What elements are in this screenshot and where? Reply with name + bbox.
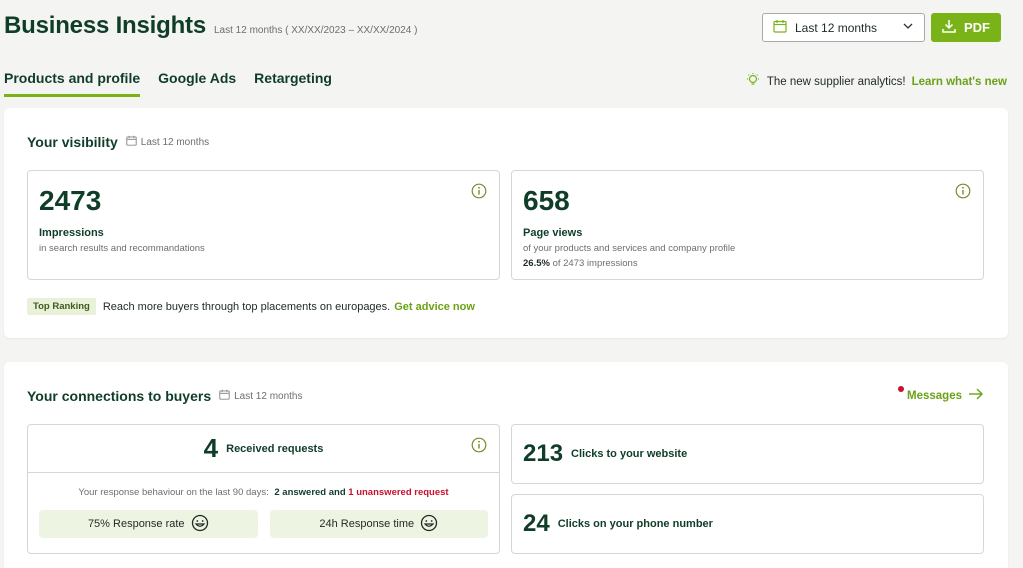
page-views-box: 658 Page views of your products and serv… — [511, 170, 984, 280]
visibility-card: Your visibility Last 12 months 2473 Impr… — [4, 108, 1008, 338]
top-ranking-text: Reach more buyers through top placements… — [102, 300, 391, 313]
page-views-percent-line: 26.5% of 2473 impressions — [523, 258, 972, 269]
received-requests-label: Received requests — [226, 442, 324, 455]
unanswered-count[interactable]: 1 unanswered request — [348, 487, 448, 498]
calendar-icon — [773, 19, 787, 36]
phone-clicks-metric: 24 Clicks on your phone number — [512, 495, 983, 553]
top-ranking-row: Top Ranking Reach more buyers through to… — [27, 298, 475, 315]
response-stats: 75% Response rate 24h Response time — [28, 510, 499, 538]
connections-period: Last 12 months — [219, 389, 302, 403]
impressions-sub: in search results and recommandations — [39, 243, 205, 254]
connections-title: Your connections to buyers — [27, 388, 212, 404]
smiley-icon — [191, 514, 209, 535]
visibility-period: Last 12 months — [126, 135, 209, 149]
chevron-down-icon — [902, 20, 914, 35]
period-select-value: Last 12 months — [795, 20, 878, 35]
website-clicks-box: 213 Clicks to your website — [511, 424, 984, 484]
lightbulb-icon — [745, 72, 761, 91]
messages-link[interactable]: Messages — [898, 386, 984, 403]
response-behaviour-text: Your response behaviour on the last 90 d… — [78, 487, 269, 498]
page-views-sub: of your products and services and compan… — [523, 243, 736, 254]
phone-clicks-box: 24 Clicks on your phone number — [511, 494, 984, 554]
download-icon — [942, 19, 956, 36]
period-select[interactable]: Last 12 months — [762, 13, 925, 42]
pdf-button-label: PDF — [964, 20, 990, 35]
visibility-period-text: Last 12 months — [140, 136, 210, 148]
tab-products-and-profile[interactable]: Products and profile — [4, 70, 141, 97]
info-icon[interactable] — [471, 183, 487, 204]
tab-bar: Products and profile Google Ads Retarget… — [4, 70, 332, 97]
messages-label: Messages — [907, 389, 962, 402]
response-rate-text: 75% Response rate — [87, 518, 185, 530]
website-clicks-metric: 213 Clicks to your website — [512, 425, 983, 483]
response-behaviour: Your response behaviour on the last 90 d… — [28, 487, 499, 498]
visibility-header: Your visibility Last 12 months — [27, 134, 209, 150]
impressions-value: 2473 — [39, 185, 102, 216]
response-rate-pill: 75% Response rate — [39, 510, 258, 538]
page-title: Business Insights — [4, 12, 206, 39]
smiley-icon — [420, 514, 438, 535]
tab-retargeting[interactable]: Retargeting — [254, 70, 332, 97]
calendar-icon — [219, 389, 230, 403]
received-requests-header: 4 Received requests — [28, 425, 499, 473]
tab-google-ads[interactable]: Google Ads — [158, 70, 236, 97]
info-icon[interactable] — [955, 183, 971, 204]
get-advice-link[interactable]: Get advice now — [394, 301, 475, 313]
website-clicks-label: Clicks to your website — [571, 448, 688, 460]
page-views-percent-sub: of 2473 impressions — [552, 258, 638, 269]
page-views-label: Page views — [523, 227, 583, 239]
page-subtitle: Last 12 months ( XX/XX/2023 – XX/XX/2024… — [213, 25, 418, 36]
connections-header: Your connections to buyers Last 12 month… — [27, 388, 302, 404]
received-requests-value: 4 — [203, 433, 219, 463]
phone-clicks-value: 24 — [523, 510, 550, 537]
received-requests-box: 4 Received requests Your response behavi… — [27, 424, 500, 554]
calendar-icon — [126, 135, 137, 149]
phone-clicks-label: Clicks on your phone number — [557, 518, 713, 530]
response-time-pill: 24h Response time — [269, 510, 488, 538]
learn-whats-new-link[interactable]: Learn what's new — [912, 76, 1007, 88]
announcement: The new supplier analytics! Learn what's… — [745, 72, 1007, 91]
unread-dot — [898, 386, 905, 392]
impressions-box: 2473 Impressions in search results and r… — [27, 170, 500, 280]
page-views-percent: 26.5% — [523, 258, 550, 269]
impressions-label: Impressions — [39, 227, 104, 239]
pdf-download-button[interactable]: PDF — [931, 13, 1001, 42]
website-clicks-value: 213 — [523, 440, 564, 467]
connections-card: Your connections to buyers Last 12 month… — [4, 362, 1008, 568]
connections-period-text: Last 12 months — [234, 390, 303, 402]
info-icon[interactable] — [471, 437, 487, 458]
page-header: Business Insights Last 12 months ( XX/XX… — [4, 12, 417, 40]
answered-count: 2 answered and — [274, 487, 346, 498]
response-time-text: 24h Response time — [319, 518, 415, 530]
visibility-title: Your visibility — [27, 134, 118, 150]
arrow-right-icon — [968, 388, 984, 403]
announcement-text: The new supplier analytics! — [766, 75, 906, 88]
page-views-value: 658 — [523, 185, 570, 216]
top-ranking-badge: Top Ranking — [27, 298, 96, 315]
